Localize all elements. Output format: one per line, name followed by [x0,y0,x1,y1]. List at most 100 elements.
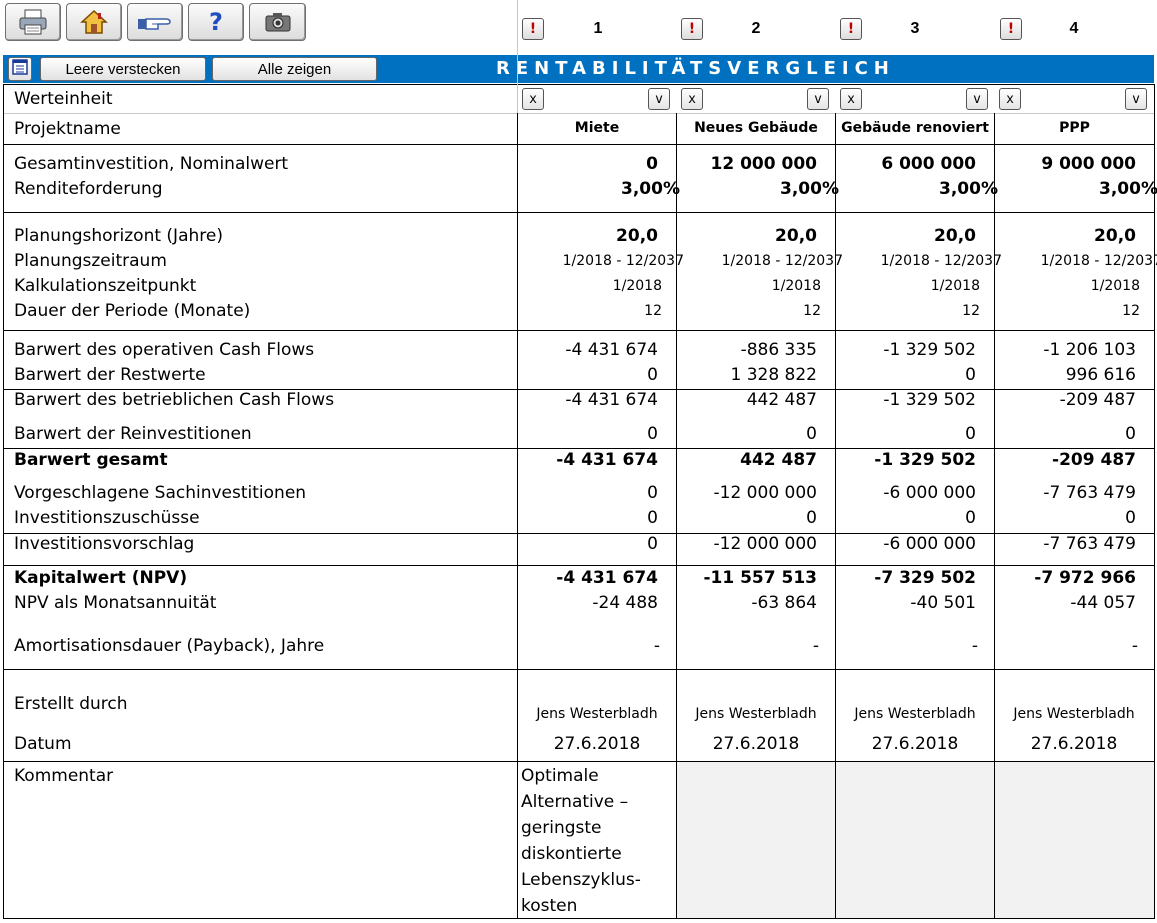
vorschlag-value-3[interactable]: -6 000 000 [883,534,976,554]
bw-operativ-value-3[interactable]: -1 329 502 [883,340,976,360]
project-name-3[interactable]: Gebäude renoviert [836,120,994,136]
datum-value-3[interactable]: 27.6.2018 [836,734,994,754]
zuschuesse-value-1[interactable]: 0 [647,508,658,528]
sachinvest-value-3[interactable]: -6 000 000 [883,483,976,503]
renditeforderung-value-1[interactable]: 3,00% [621,179,680,199]
npv-monat-value-2[interactable]: -63 864 [751,593,817,613]
planungshorizont-value-4[interactable]: 20,0 [1094,226,1136,246]
alert-button-1[interactable]: ! [522,18,544,40]
bw-reinvest-value-3[interactable]: 0 [965,424,976,444]
kalkulationszeitpunkt-value-1[interactable]: 1/2018 [613,278,662,294]
pointer-button[interactable] [127,3,183,41]
comment-cell-3[interactable] [836,762,994,918]
alert-button-4[interactable]: ! [1000,18,1022,40]
dauer-value-3[interactable]: 12 [962,303,980,319]
vorschlag-value-4[interactable]: -7 763 479 [1043,534,1136,554]
show-all-button[interactable]: Alle zeigen [212,57,377,81]
hide-empty-button[interactable]: Leere verstecken [40,57,206,81]
bw-restwerte-value-1[interactable]: 0 [647,365,658,385]
home-button[interactable] [66,3,122,41]
bw-restwerte-value-4[interactable]: 996 616 [1066,365,1136,385]
bw-betrieblich-value-4[interactable]: -209 487 [1060,390,1136,410]
payback-value-3[interactable]: - [972,636,978,656]
sheet-menu-button[interactable] [8,57,32,81]
unit-v-button-2[interactable]: v [807,88,829,110]
unit-x-button-2[interactable]: x [681,88,703,110]
unit-v-button-3[interactable]: v [966,88,988,110]
planungszeitraum-value-2[interactable]: 1/2018 - 12/2037 [722,253,843,269]
npv-monat-value-1[interactable]: -24 488 [592,593,658,613]
erstellt-value-3[interactable]: Jens Westerbladh [836,706,994,722]
bw-restwerte-value-2[interactable]: 1 328 822 [730,365,817,385]
bw-gesamt-value-3[interactable]: -1 329 502 [874,450,976,470]
payback-value-1[interactable]: - [654,636,660,656]
dauer-value-1[interactable]: 12 [644,303,662,319]
payback-value-2[interactable]: - [813,636,819,656]
renditeforderung-value-2[interactable]: 3,00% [780,179,839,199]
gesamtinvestition-value-1[interactable]: 0 [646,154,658,174]
bw-betrieblich-value-1[interactable]: -4 431 674 [565,390,658,410]
zuschuesse-value-2[interactable]: 0 [806,508,817,528]
gesamtinvestition-value-3[interactable]: 6 000 000 [881,154,976,174]
payback-value-4[interactable]: - [1132,636,1138,656]
project-name-1[interactable]: Miete [518,120,676,136]
kalkulationszeitpunkt-value-2[interactable]: 1/2018 [772,278,821,294]
project-name-2[interactable]: Neues Gebäude [677,120,835,136]
unit-x-button-1[interactable]: x [522,88,544,110]
planungszeitraum-value-4[interactable]: 1/2018 - 12/2037 [1041,253,1157,269]
npv-value-4[interactable]: -7 972 966 [1034,568,1136,588]
kalkulationszeitpunkt-value-4[interactable]: 1/2018 [1091,278,1140,294]
bw-reinvest-value-1[interactable]: 0 [647,424,658,444]
gesamtinvestition-value-4[interactable]: 9 000 000 [1041,154,1136,174]
renditeforderung-value-3[interactable]: 3,00% [939,179,998,199]
sachinvest-value-4[interactable]: -7 763 479 [1043,483,1136,503]
planungshorizont-value-3[interactable]: 20,0 [934,226,976,246]
vorschlag-value-2[interactable]: -12 000 000 [714,534,817,554]
unit-x-button-4[interactable]: x [999,88,1021,110]
kalkulationszeitpunkt-value-3[interactable]: 1/2018 [931,278,980,294]
datum-value-2[interactable]: 27.6.2018 [677,734,835,754]
npv-value-1[interactable]: -4 431 674 [556,568,658,588]
bw-gesamt-value-4[interactable]: -209 487 [1052,450,1136,470]
bw-betrieblich-value-3[interactable]: -1 329 502 [883,390,976,410]
print-button[interactable] [5,3,61,41]
npv-monat-value-3[interactable]: -40 501 [910,593,976,613]
npv-value-2[interactable]: -11 557 513 [703,568,817,588]
planungshorizont-value-1[interactable]: 20,0 [616,226,658,246]
bw-reinvest-value-4[interactable]: 0 [1125,424,1136,444]
comment-cell-4[interactable] [995,762,1154,918]
planungszeitraum-value-3[interactable]: 1/2018 - 12/2037 [881,253,1002,269]
npv-value-3[interactable]: -7 329 502 [874,568,976,588]
bw-gesamt-value-1[interactable]: -4 431 674 [556,450,658,470]
unit-x-button-3[interactable]: x [840,88,862,110]
erstellt-value-1[interactable]: Jens Westerbladh [518,706,676,722]
zuschuesse-value-4[interactable]: 0 [1125,508,1136,528]
alert-button-2[interactable]: ! [681,18,703,40]
bw-operativ-value-1[interactable]: -4 431 674 [565,340,658,360]
bw-restwerte-value-3[interactable]: 0 [965,365,976,385]
gesamtinvestition-value-2[interactable]: 12 000 000 [711,154,817,174]
npv-monat-value-4[interactable]: -44 057 [1070,593,1136,613]
unit-v-button-4[interactable]: v [1125,88,1147,110]
planungszeitraum-value-1[interactable]: 1/2018 - 12/2037 [563,253,684,269]
sachinvest-value-1[interactable]: 0 [647,483,658,503]
comment-cell-1[interactable]: Optimale Alternative – geringste diskont… [521,763,671,919]
dauer-value-2[interactable]: 12 [803,303,821,319]
zuschuesse-value-3[interactable]: 0 [965,508,976,528]
help-button[interactable]: ? [188,3,244,41]
sachinvest-value-2[interactable]: -12 000 000 [714,483,817,503]
comment-cell-2[interactable] [677,762,835,918]
datum-value-4[interactable]: 27.6.2018 [995,734,1153,754]
erstellt-value-4[interactable]: Jens Westerbladh [995,706,1153,722]
project-name-4[interactable]: PPP [995,120,1154,136]
planungshorizont-value-2[interactable]: 20,0 [775,226,817,246]
bw-gesamt-value-2[interactable]: 442 487 [740,450,817,470]
alert-button-3[interactable]: ! [840,18,862,40]
erstellt-value-2[interactable]: Jens Westerbladh [677,706,835,722]
unit-v-button-1[interactable]: v [648,88,670,110]
dauer-value-4[interactable]: 12 [1122,303,1140,319]
bw-reinvest-value-2[interactable]: 0 [806,424,817,444]
vorschlag-value-1[interactable]: 0 [647,534,658,554]
bw-betrieblich-value-2[interactable]: 442 487 [747,390,817,410]
bw-operativ-value-4[interactable]: -1 206 103 [1043,340,1136,360]
